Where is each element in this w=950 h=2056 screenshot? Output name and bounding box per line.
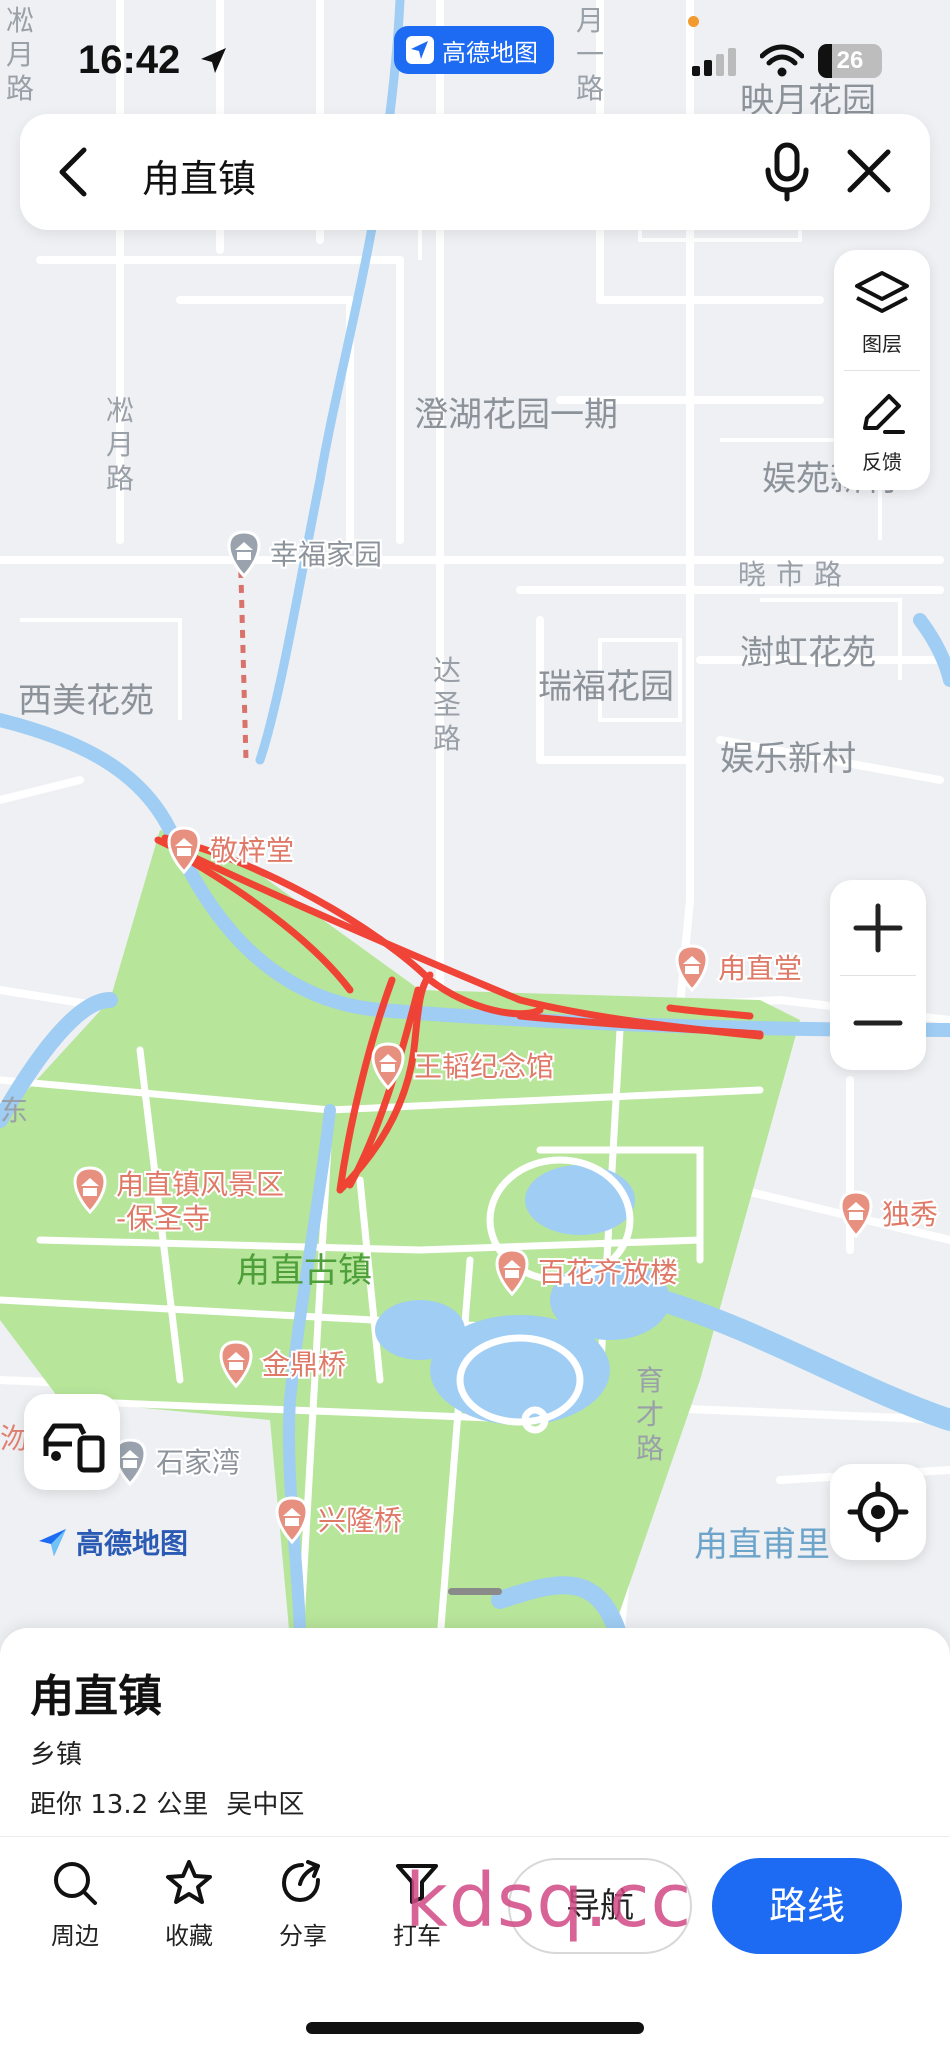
poi-label: 兴隆桥 <box>318 1504 402 1537</box>
poi-marker[interactable]: 金鼎桥 <box>219 1340 348 1389</box>
poi-marker[interactable]: 敬梓堂 <box>167 826 296 875</box>
map-canvas[interactable]: 凇月路 月一路 凇月路 达圣路 晓市路 育才路 映月花园 澄湖花园一期 娱苑新村… <box>0 0 950 1640</box>
poi-label: 幸福家园 <box>270 538 382 571</box>
area-label: 娱乐新村 <box>720 739 856 779</box>
layers-button[interactable]: 图层 <box>834 270 930 357</box>
battery-indicator: 26 <box>818 44 882 78</box>
area-label: 甪直甫里 <box>694 1525 830 1565</box>
wifi-icon <box>760 44 804 77</box>
feedback-button[interactable]: 反馈 <box>834 388 930 475</box>
microphone-icon[interactable] <box>762 142 812 202</box>
car-phone-icon <box>43 1423 105 1473</box>
poi-label: 王韬纪念馆 <box>414 1050 554 1083</box>
partial-label: 东 <box>0 1094 28 1127</box>
route-button[interactable]: 路线 <box>712 1858 902 1954</box>
area-label: 西美花苑 <box>18 681 154 721</box>
status-bar: 16:42 高德地图 26 <box>0 0 950 120</box>
edit-pencil-icon <box>863 394 905 434</box>
place-title: 甪直镇 <box>30 1671 162 1722</box>
share-button[interactable]: 分享 <box>258 1858 348 1951</box>
watermark: kdsq.cc <box>405 1858 693 1944</box>
drive-mode-button[interactable] <box>24 1394 120 1490</box>
status-time: 16:42 <box>78 38 181 82</box>
search-icon <box>54 1862 97 1905</box>
place-sheet: 甪直镇 乡镇 距你 13.2 公里 吴中区 周边 收藏 分享 打车 导航 路线 <box>0 1628 950 2056</box>
feedback-label: 反馈 <box>862 450 902 474</box>
amap-logo-icon <box>406 36 434 64</box>
locate-me-button[interactable] <box>830 1464 926 1560</box>
poi-label: 独秀 <box>882 1198 938 1231</box>
close-icon[interactable] <box>846 148 892 194</box>
favorite-button[interactable]: 收藏 <box>144 1858 234 1951</box>
brand-label: 高德地图 <box>76 1527 189 1560</box>
poi-marker[interactable]: 独秀 <box>839 1190 940 1239</box>
app-badge-label: 高德地图 <box>442 38 538 67</box>
area-label: 瑞福花园 <box>538 667 674 707</box>
share-label: 分享 <box>279 1922 327 1950</box>
nearby-button[interactable]: 周边 <box>30 1858 120 1951</box>
cellular-signal-icon <box>692 48 736 76</box>
map-tools-panel: 图层 反馈 <box>834 250 930 490</box>
favorite-label: 收藏 <box>165 1922 213 1950</box>
area-label: 甪直古镇 <box>236 1251 372 1291</box>
road-label: 育才路 <box>636 1364 664 1465</box>
zoom-control <box>830 880 926 1070</box>
poi-label: 敬梓堂 <box>210 834 294 867</box>
place-type: 乡镇 <box>30 1740 83 1770</box>
poi-marker[interactable]: 石家湾 <box>113 1438 242 1487</box>
road-label: 晓市路 <box>738 558 852 591</box>
privacy-indicator <box>688 16 699 27</box>
sheet-grab-handle[interactable] <box>448 1588 502 1595</box>
star-icon <box>166 1860 212 1904</box>
road-label: 凇月路 <box>106 394 134 495</box>
poi-label: 甪直堂 <box>718 952 802 985</box>
divider <box>844 370 920 371</box>
zoom-out-icon[interactable] <box>830 975 926 1070</box>
location-arrow-icon <box>201 48 226 73</box>
road-label: 达圣路 <box>433 654 461 755</box>
place-district: 吴中区 <box>226 1790 305 1820</box>
poi-marker[interactable]: 兴隆桥 <box>275 1496 404 1545</box>
amap-logo-icon <box>39 1529 66 1556</box>
battery-level: 26 <box>836 47 864 74</box>
zoom-in-icon[interactable] <box>830 880 926 975</box>
poi-label: 金鼎桥 <box>262 1348 346 1381</box>
nearby-label: 周边 <box>51 1922 99 1950</box>
layers-icon <box>855 271 909 313</box>
search-query[interactable]: 甪直镇 <box>142 148 256 203</box>
crosshair-icon <box>847 1481 909 1543</box>
area-label: 澄湖花园一期 <box>414 395 618 435</box>
search-bar[interactable]: 甪直镇 <box>20 114 930 230</box>
poi-label: 百花齐放楼 <box>538 1256 678 1289</box>
share-icon <box>281 1860 320 1903</box>
divider <box>0 1836 950 1837</box>
poi-marker[interactable]: 甪直堂 <box>675 944 804 993</box>
app-return-badge[interactable]: 高德地图 <box>394 26 554 74</box>
place-distance-row: 距你 13.2 公里 吴中区 <box>30 1784 322 1821</box>
area-label: 澍虹花苑 <box>740 633 876 673</box>
amap-brand: 高德地图 <box>36 1522 188 1562</box>
place-distance: 距你 13.2 公里 <box>30 1790 209 1820</box>
back-arrow-icon[interactable] <box>54 146 94 198</box>
poi-label: 石家湾 <box>156 1446 240 1479</box>
layers-label: 图层 <box>862 332 902 356</box>
home-indicator[interactable] <box>306 2022 644 2034</box>
